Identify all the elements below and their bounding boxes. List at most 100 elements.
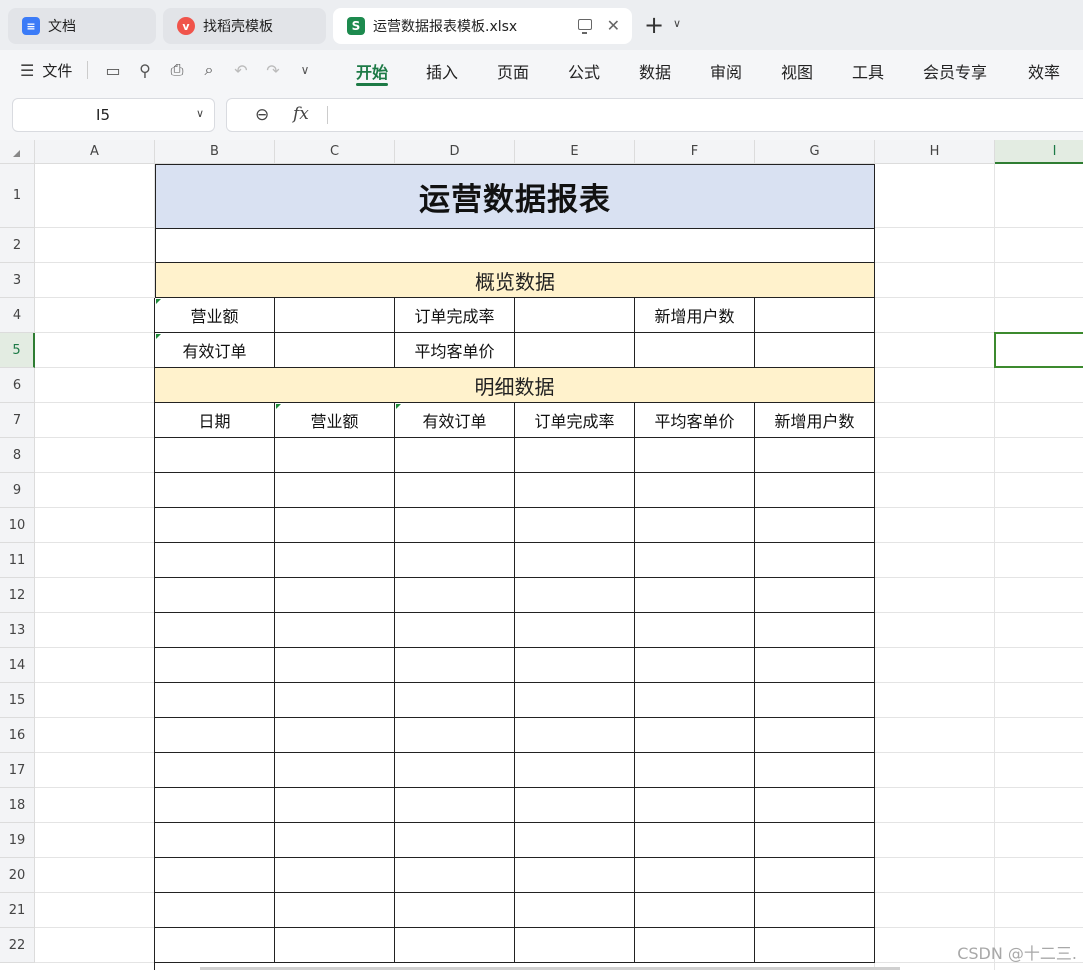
new-tab-plus-icon[interactable]: + [644,12,664,38]
table-cell[interactable] [155,718,275,753]
detail-column-header[interactable]: 订单完成率 [515,403,635,438]
table-cell[interactable] [755,648,875,683]
table-cell[interactable] [635,543,755,578]
row-header[interactable]: 13 [0,613,35,648]
table-cell[interactable] [515,578,635,613]
table-cell[interactable] [275,473,395,508]
table-cell[interactable] [515,858,635,893]
table-cell[interactable] [155,858,275,893]
table-cell[interactable] [635,473,755,508]
overview-cell[interactable]: 新增用户数 [635,298,755,333]
table-cell[interactable] [275,718,395,753]
row-header[interactable]: 16 [0,718,35,753]
table-cell[interactable] [635,718,755,753]
row-header[interactable]: 8 [0,438,35,473]
row-header[interactable]: 22 [0,928,35,963]
menu-home[interactable]: 开始 [356,59,388,83]
table-cell[interactable] [515,543,635,578]
table-cell[interactable] [635,788,755,823]
detail-column-header[interactable]: 营业额 [275,403,395,438]
row-header[interactable]: 6 [0,368,35,403]
table-cell[interactable] [515,648,635,683]
overview-cell[interactable]: 订单完成率 [395,298,515,333]
chevron-down-icon[interactable]: ∨ [294,59,316,81]
table-cell[interactable] [395,613,515,648]
row-header[interactable]: 14 [0,648,35,683]
table-cell[interactable] [155,928,275,963]
row-header[interactable]: 1 [0,164,35,228]
table-cell[interactable] [635,858,755,893]
table-cell[interactable] [395,683,515,718]
table-cell[interactable] [515,683,635,718]
row-header[interactable]: 10 [0,508,35,543]
column-header[interactable]: B [155,140,275,164]
table-cell[interactable] [275,648,395,683]
table-cell[interactable] [395,648,515,683]
row-header[interactable]: 7 [0,403,35,438]
table-cell[interactable] [635,578,755,613]
table-cell[interactable] [755,788,875,823]
table-cell[interactable] [755,438,875,473]
table-cell[interactable] [155,788,275,823]
table-cell[interactable] [635,823,755,858]
table-cell[interactable] [515,753,635,788]
table-cell[interactable] [515,613,635,648]
table-cell[interactable] [155,578,275,613]
table-cell[interactable] [155,648,275,683]
table-cell[interactable] [395,753,515,788]
table-cell[interactable] [395,788,515,823]
format-painter-icon[interactable]: ⚲ [134,59,156,81]
overview-cell[interactable] [755,333,875,368]
overview-cell[interactable] [275,333,395,368]
table-cell[interactable] [755,578,875,613]
table-cell[interactable] [395,718,515,753]
table-cell[interactable] [395,858,515,893]
table-cell[interactable] [275,683,395,718]
table-cell[interactable] [515,473,635,508]
table-cell[interactable] [515,718,635,753]
detail-column-header[interactable]: 新增用户数 [755,403,875,438]
table-cell[interactable] [275,508,395,543]
name-box[interactable]: I5 ∨ [12,98,215,132]
menu-formula[interactable]: 公式 [568,59,600,83]
table-cell[interactable] [635,508,755,543]
tab-spreadsheet[interactable]: S 运营数据报表模板.xlsx ✕ [333,8,632,44]
table-cell[interactable] [155,508,275,543]
table-cell[interactable] [395,893,515,928]
table-cell[interactable] [275,613,395,648]
undo-icon[interactable]: ↶ [230,59,252,81]
table-cell[interactable] [395,508,515,543]
table-cell[interactable] [755,683,875,718]
table-cell[interactable] [755,473,875,508]
table-cell[interactable] [755,858,875,893]
print-preview-icon[interactable]: ⌕ [198,59,220,81]
table-cell[interactable] [275,788,395,823]
overview-cell[interactable] [275,298,395,333]
table-cell[interactable] [635,893,755,928]
menu-insert[interactable]: 插入 [426,59,458,83]
table-cell[interactable] [755,543,875,578]
row-header[interactable]: 3 [0,263,35,298]
table-cell[interactable] [155,543,275,578]
overview-section-header[interactable]: 概览数据 [155,263,875,298]
zoom-icon[interactable]: ⊖ [255,105,269,125]
detail-section-header[interactable]: 明细数据 [155,368,875,403]
overview-cell[interactable]: 有效订单 [155,333,275,368]
table-cell[interactable] [755,823,875,858]
table-cell[interactable] [515,508,635,543]
table-cell[interactable] [635,928,755,963]
menu-data[interactable]: 数据 [639,59,671,83]
row-header[interactable]: 2 [0,228,35,263]
table-cell[interactable] [275,438,395,473]
select-all-corner[interactable] [0,140,35,164]
column-header[interactable]: F [635,140,755,164]
column-header[interactable]: H [875,140,995,164]
table-cell[interactable] [155,893,275,928]
table-cell[interactable] [755,928,875,963]
table-cell[interactable] [515,928,635,963]
overview-cell[interactable] [755,298,875,333]
detail-column-header[interactable]: 有效订单 [395,403,515,438]
table-cell[interactable] [635,613,755,648]
column-header[interactable]: G [755,140,875,164]
table-cell[interactable] [155,473,275,508]
